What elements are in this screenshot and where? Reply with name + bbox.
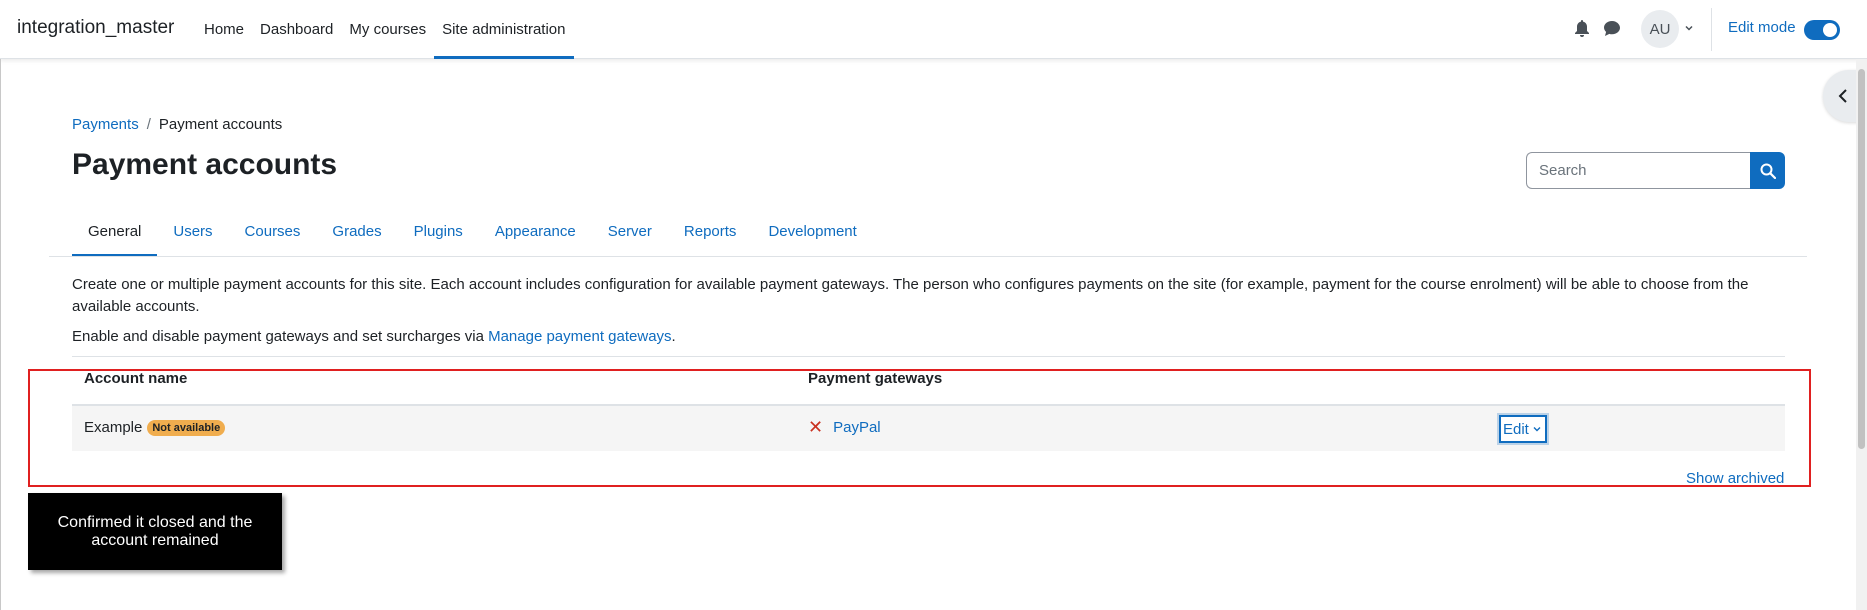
scrollbar-thumb[interactable] [1858, 69, 1865, 449]
page-scrollbar[interactable] [1856, 59, 1867, 610]
tab-grades[interactable]: Grades [316, 205, 397, 257]
primary-navigation: Home Dashboard My courses Site administr… [196, 0, 574, 59]
user-avatar[interactable]: AU [1641, 10, 1679, 48]
breadcrumb-separator: / [146, 116, 151, 133]
section-divider [72, 356, 1785, 357]
tab-general[interactable]: General [72, 205, 158, 257]
edit-mode-label[interactable]: Edit mode [1728, 19, 1796, 36]
search-input[interactable] [1526, 152, 1751, 189]
navbar-divider [1711, 8, 1712, 51]
page-title: Payment accounts [72, 148, 338, 181]
bell-icon[interactable] [1574, 20, 1590, 38]
nav-dashboard[interactable]: Dashboard [252, 0, 341, 59]
nav-my-courses[interactable]: My courses [341, 0, 434, 59]
breadcrumb: Payments / Payment accounts [72, 116, 282, 133]
nav-site-administration[interactable]: Site administration [434, 0, 574, 59]
breadcrumb-current: Payment accounts [158, 116, 283, 133]
tabs-divider [49, 256, 1807, 257]
search-icon [1760, 163, 1776, 179]
page-left-border [0, 59, 1, 610]
annotation-caption: Confirmed it closed and the account rema… [28, 493, 282, 570]
gateways-text-prefix: Enable and disable payment gateways and … [72, 328, 489, 345]
manage-gateways-link[interactable]: Manage payment gateways [488, 328, 671, 345]
gateways-text: Enable and disable payment gateways and … [72, 326, 676, 348]
toggle-knob [1823, 23, 1837, 37]
site-brand[interactable]: integration_master [17, 17, 174, 39]
tab-users[interactable]: Users [157, 205, 228, 257]
top-navbar: integration_master Home Dashboard My cou… [0, 0, 1867, 59]
search-button[interactable] [1750, 152, 1785, 189]
gateways-text-suffix: . [671, 328, 676, 345]
tab-appearance[interactable]: Appearance [479, 205, 592, 257]
admin-tabs: General Users Courses Grades Plugins App… [72, 205, 873, 257]
tab-reports[interactable]: Reports [668, 205, 753, 257]
breadcrumb-payments[interactable]: Payments [72, 116, 139, 133]
tab-courses[interactable]: Courses [229, 205, 317, 257]
admin-search [1526, 152, 1785, 189]
tab-development[interactable]: Development [752, 205, 872, 257]
chat-icon[interactable] [1603, 20, 1621, 37]
nav-home[interactable]: Home [196, 0, 252, 59]
highlight-box [28, 369, 1811, 487]
chevron-left-icon [1838, 89, 1847, 103]
tab-plugins[interactable]: Plugins [398, 205, 479, 257]
intro-text: Create one or multiple payment accounts … [72, 276, 1749, 315]
edit-mode-toggle[interactable] [1804, 20, 1840, 40]
chevron-down-icon[interactable] [1683, 22, 1695, 34]
tab-server[interactable]: Server [592, 205, 668, 257]
